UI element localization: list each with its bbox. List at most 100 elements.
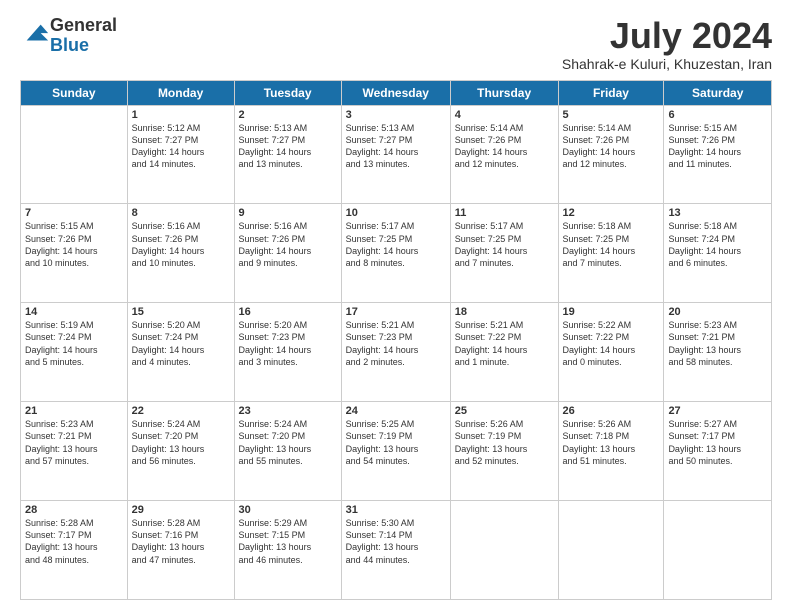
day-number: 28 (25, 504, 123, 516)
day-info: Sunrise: 5:14 AM Sunset: 7:26 PM Dayligh… (455, 122, 554, 171)
day-number: 13 (668, 207, 767, 219)
day-info: Sunrise: 5:29 AM Sunset: 7:15 PM Dayligh… (239, 517, 337, 566)
table-row: 13Sunrise: 5:18 AM Sunset: 7:24 PM Dayli… (664, 204, 772, 303)
day-number: 2 (239, 109, 337, 121)
table-row (21, 105, 128, 204)
week-row-3: 21Sunrise: 5:23 AM Sunset: 7:21 PM Dayli… (21, 402, 772, 501)
day-info: Sunrise: 5:19 AM Sunset: 7:24 PM Dayligh… (25, 319, 123, 368)
day-info: Sunrise: 5:13 AM Sunset: 7:27 PM Dayligh… (239, 122, 337, 171)
table-row: 7Sunrise: 5:15 AM Sunset: 7:26 PM Daylig… (21, 204, 128, 303)
day-info: Sunrise: 5:18 AM Sunset: 7:24 PM Dayligh… (668, 220, 767, 269)
month-title: July 2024 (562, 16, 772, 56)
day-number: 1 (132, 109, 230, 121)
table-row: 9Sunrise: 5:16 AM Sunset: 7:26 PM Daylig… (234, 204, 341, 303)
day-number: 6 (668, 109, 767, 121)
col-wednesday: Wednesday (341, 80, 450, 105)
day-number: 19 (563, 306, 660, 318)
day-number: 27 (668, 405, 767, 417)
table-row: 28Sunrise: 5:28 AM Sunset: 7:17 PM Dayli… (21, 501, 128, 600)
table-row: 18Sunrise: 5:21 AM Sunset: 7:22 PM Dayli… (450, 303, 558, 402)
day-info: Sunrise: 5:13 AM Sunset: 7:27 PM Dayligh… (346, 122, 446, 171)
day-info: Sunrise: 5:22 AM Sunset: 7:22 PM Dayligh… (563, 319, 660, 368)
day-info: Sunrise: 5:26 AM Sunset: 7:19 PM Dayligh… (455, 418, 554, 467)
day-info: Sunrise: 5:17 AM Sunset: 7:25 PM Dayligh… (455, 220, 554, 269)
day-number: 10 (346, 207, 446, 219)
table-row (664, 501, 772, 600)
week-row-1: 7Sunrise: 5:15 AM Sunset: 7:26 PM Daylig… (21, 204, 772, 303)
day-info: Sunrise: 5:21 AM Sunset: 7:23 PM Dayligh… (346, 319, 446, 368)
day-info: Sunrise: 5:15 AM Sunset: 7:26 PM Dayligh… (668, 122, 767, 171)
table-row: 4Sunrise: 5:14 AM Sunset: 7:26 PM Daylig… (450, 105, 558, 204)
table-row: 6Sunrise: 5:15 AM Sunset: 7:26 PM Daylig… (664, 105, 772, 204)
table-row: 10Sunrise: 5:17 AM Sunset: 7:25 PM Dayli… (341, 204, 450, 303)
table-row: 30Sunrise: 5:29 AM Sunset: 7:15 PM Dayli… (234, 501, 341, 600)
day-info: Sunrise: 5:26 AM Sunset: 7:18 PM Dayligh… (563, 418, 660, 467)
day-number: 5 (563, 109, 660, 121)
day-info: Sunrise: 5:16 AM Sunset: 7:26 PM Dayligh… (132, 220, 230, 269)
day-number: 22 (132, 405, 230, 417)
header: General Blue July 2024 Shahrak-e Kuluri,… (20, 16, 772, 72)
table-row: 25Sunrise: 5:26 AM Sunset: 7:19 PM Dayli… (450, 402, 558, 501)
day-info: Sunrise: 5:27 AM Sunset: 7:17 PM Dayligh… (668, 418, 767, 467)
page: General Blue July 2024 Shahrak-e Kuluri,… (0, 0, 792, 612)
table-row (450, 501, 558, 600)
day-info: Sunrise: 5:30 AM Sunset: 7:14 PM Dayligh… (346, 517, 446, 566)
day-info: Sunrise: 5:28 AM Sunset: 7:17 PM Dayligh… (25, 517, 123, 566)
table-row: 26Sunrise: 5:26 AM Sunset: 7:18 PM Dayli… (558, 402, 664, 501)
day-number: 3 (346, 109, 446, 121)
day-number: 7 (25, 207, 123, 219)
day-info: Sunrise: 5:24 AM Sunset: 7:20 PM Dayligh… (239, 418, 337, 467)
day-number: 26 (563, 405, 660, 417)
col-tuesday: Tuesday (234, 80, 341, 105)
day-info: Sunrise: 5:23 AM Sunset: 7:21 PM Dayligh… (25, 418, 123, 467)
day-number: 29 (132, 504, 230, 516)
location-subtitle: Shahrak-e Kuluri, Khuzestan, Iran (562, 56, 772, 72)
col-friday: Friday (558, 80, 664, 105)
day-info: Sunrise: 5:23 AM Sunset: 7:21 PM Dayligh… (668, 319, 767, 368)
day-number: 20 (668, 306, 767, 318)
day-info: Sunrise: 5:20 AM Sunset: 7:23 PM Dayligh… (239, 319, 337, 368)
day-number: 9 (239, 207, 337, 219)
day-info: Sunrise: 5:24 AM Sunset: 7:20 PM Dayligh… (132, 418, 230, 467)
week-row-0: 1Sunrise: 5:12 AM Sunset: 7:27 PM Daylig… (21, 105, 772, 204)
col-monday: Monday (127, 80, 234, 105)
day-number: 18 (455, 306, 554, 318)
day-number: 24 (346, 405, 446, 417)
day-number: 15 (132, 306, 230, 318)
day-number: 14 (25, 306, 123, 318)
calendar-table: Sunday Monday Tuesday Wednesday Thursday… (20, 80, 772, 600)
logo-text: General Blue (50, 16, 117, 56)
table-row: 14Sunrise: 5:19 AM Sunset: 7:24 PM Dayli… (21, 303, 128, 402)
table-row: 20Sunrise: 5:23 AM Sunset: 7:21 PM Dayli… (664, 303, 772, 402)
logo-blue: Blue (50, 36, 117, 56)
table-row: 24Sunrise: 5:25 AM Sunset: 7:19 PM Dayli… (341, 402, 450, 501)
table-row: 3Sunrise: 5:13 AM Sunset: 7:27 PM Daylig… (341, 105, 450, 204)
table-row: 16Sunrise: 5:20 AM Sunset: 7:23 PM Dayli… (234, 303, 341, 402)
week-row-4: 28Sunrise: 5:28 AM Sunset: 7:17 PM Dayli… (21, 501, 772, 600)
table-row: 27Sunrise: 5:27 AM Sunset: 7:17 PM Dayli… (664, 402, 772, 501)
day-number: 12 (563, 207, 660, 219)
day-number: 16 (239, 306, 337, 318)
day-info: Sunrise: 5:16 AM Sunset: 7:26 PM Dayligh… (239, 220, 337, 269)
col-thursday: Thursday (450, 80, 558, 105)
day-number: 11 (455, 207, 554, 219)
table-row: 19Sunrise: 5:22 AM Sunset: 7:22 PM Dayli… (558, 303, 664, 402)
table-row: 5Sunrise: 5:14 AM Sunset: 7:26 PM Daylig… (558, 105, 664, 204)
day-number: 23 (239, 405, 337, 417)
table-row: 12Sunrise: 5:18 AM Sunset: 7:25 PM Dayli… (558, 204, 664, 303)
table-row: 31Sunrise: 5:30 AM Sunset: 7:14 PM Dayli… (341, 501, 450, 600)
table-row: 11Sunrise: 5:17 AM Sunset: 7:25 PM Dayli… (450, 204, 558, 303)
logo-icon (22, 20, 50, 48)
col-saturday: Saturday (664, 80, 772, 105)
logo-general: General (50, 16, 117, 36)
day-number: 31 (346, 504, 446, 516)
day-number: 4 (455, 109, 554, 121)
day-number: 30 (239, 504, 337, 516)
day-info: Sunrise: 5:28 AM Sunset: 7:16 PM Dayligh… (132, 517, 230, 566)
table-row: 23Sunrise: 5:24 AM Sunset: 7:20 PM Dayli… (234, 402, 341, 501)
day-info: Sunrise: 5:25 AM Sunset: 7:19 PM Dayligh… (346, 418, 446, 467)
day-number: 17 (346, 306, 446, 318)
table-row: 1Sunrise: 5:12 AM Sunset: 7:27 PM Daylig… (127, 105, 234, 204)
day-info: Sunrise: 5:21 AM Sunset: 7:22 PM Dayligh… (455, 319, 554, 368)
day-info: Sunrise: 5:18 AM Sunset: 7:25 PM Dayligh… (563, 220, 660, 269)
